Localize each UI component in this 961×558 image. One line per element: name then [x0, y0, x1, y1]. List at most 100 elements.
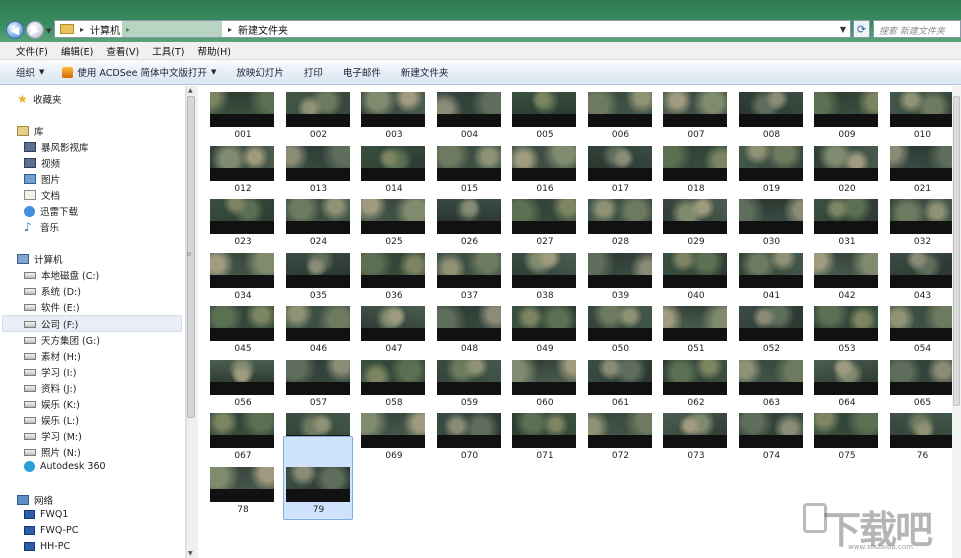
file-tile[interactable]: 054	[887, 302, 957, 364]
menu-tools[interactable]: 工具(T)	[152, 44, 184, 58]
back-button[interactable]: ◀	[6, 21, 24, 39]
nav-library-item[interactable]: 暴风影视库	[24, 140, 89, 154]
nav-favorites[interactable]: ★ 收藏夹	[17, 92, 62, 106]
nav-drive[interactable]: 素材 (H:)	[24, 349, 81, 363]
nav-drive[interactable]: 资料 (J:)	[24, 381, 76, 395]
file-tile[interactable]: 003	[358, 88, 428, 150]
recent-pages-dropdown-icon[interactable]: ▼	[46, 27, 51, 35]
file-tile[interactable]: 069	[358, 409, 428, 471]
scroll-up-icon[interactable]: ▲	[188, 87, 193, 94]
file-tile[interactable]: 048	[434, 302, 504, 364]
satellite-image	[210, 413, 274, 435]
nav-drive[interactable]: 本地磁盘 (C:)	[24, 268, 99, 282]
file-tile[interactable]: 053	[811, 302, 881, 364]
file-name: 029	[687, 237, 705, 247]
nav-drive[interactable]: 天方集团 (G:)	[24, 333, 100, 347]
nav-drive[interactable]: 照片 (N:)	[24, 445, 81, 459]
refresh-button[interactable]: ⟳	[853, 20, 870, 38]
file-tile[interactable]: 073	[660, 409, 730, 471]
nav-library-item[interactable]: 迅雷下载	[24, 204, 78, 218]
content-scrollbar[interactable]	[952, 86, 961, 558]
file-tile[interactable]: 045	[207, 302, 277, 364]
email-button[interactable]: 电子邮件	[343, 65, 381, 79]
open-with-acdsee-button[interactable]: 使用 ACDSee 简体中文版打开 ▼	[62, 65, 216, 79]
file-tile[interactable]: 051	[660, 302, 730, 364]
nav-drive[interactable]: 学习 (M:)	[24, 429, 82, 443]
nav-drive[interactable]: 娱乐 (L:)	[24, 413, 79, 427]
file-tile[interactable]: 046	[283, 302, 353, 364]
nav-library-item-label: 音乐	[40, 223, 60, 234]
address-dropdown-icon[interactable]: ▼	[840, 25, 846, 34]
file-tile[interactable]: 024	[283, 195, 353, 257]
file-tile[interactable]: 075	[811, 409, 881, 471]
breadcrumb-new-folder[interactable]: 新建文件夹	[238, 22, 288, 37]
nav-network[interactable]: 网络	[17, 493, 53, 507]
chevron-right-icon[interactable]: ▸	[228, 25, 232, 34]
file-tile[interactable]: 005	[509, 88, 579, 150]
nav-drive[interactable]: 娱乐 (K:)	[24, 397, 80, 411]
nav-drive[interactable]: 学习 (I:)	[24, 365, 76, 379]
nav-library-item[interactable]: 图片	[24, 172, 60, 186]
file-tile[interactable]: 002	[283, 88, 353, 150]
file-tile[interactable]: 004	[434, 88, 504, 150]
file-tile[interactable]: 050	[585, 302, 655, 364]
file-tile[interactable]: 027	[509, 195, 579, 257]
nav-drive-selected[interactable]: 公司 (F:)	[24, 317, 78, 331]
breadcrumb-computer[interactable]: 计算机	[90, 22, 120, 37]
forward-button[interactable]: ▶	[26, 21, 44, 39]
search-input[interactable]: 搜索 新建文件夹	[873, 20, 961, 38]
file-tile[interactable]: 007	[660, 88, 730, 150]
address-bar[interactable]: ▸ 计算机 ▸ ▸ 新建文件夹 ▼	[54, 20, 851, 38]
menu-file[interactable]: 文件(F)	[16, 44, 48, 58]
file-tile[interactable]: 029	[660, 195, 730, 257]
file-tile[interactable]: 025	[358, 195, 428, 257]
file-tile[interactable]: 76	[887, 409, 957, 471]
chevron-right-icon[interactable]: ▸	[80, 25, 84, 34]
nav-scrollbar[interactable]: ▲ ▼	[186, 86, 195, 558]
nav-library-item[interactable]: 视频	[24, 156, 60, 170]
nav-library-item[interactable]: ♪ 音乐	[24, 220, 59, 234]
file-tile[interactable]: 79	[282, 435, 353, 520]
file-tile[interactable]: 071	[509, 409, 579, 471]
file-tile[interactable]: 026	[434, 195, 504, 257]
file-tile[interactable]: 049	[509, 302, 579, 364]
nav-library-item[interactable]: 文档	[24, 188, 60, 202]
file-tile[interactable]: 001	[207, 88, 277, 150]
file-tile[interactable]: 074	[736, 409, 806, 471]
nav-network-item[interactable]: HH-PC	[24, 541, 70, 552]
file-tile[interactable]: 008	[736, 88, 806, 150]
file-tile[interactable]: 028	[585, 195, 655, 257]
nav-computer[interactable]: 计算机	[17, 252, 63, 266]
file-tile[interactable]: 070	[434, 409, 504, 471]
menu-view[interactable]: 查看(V)	[106, 44, 139, 58]
file-tile[interactable]: 006	[585, 88, 655, 150]
file-tile[interactable]: 067	[207, 409, 277, 471]
nav-drive[interactable]: 软件 (E:)	[24, 300, 80, 314]
menu-edit[interactable]: 编辑(E)	[61, 44, 93, 58]
file-name: 003	[385, 130, 403, 140]
file-tile[interactable]: 010	[887, 88, 957, 150]
nav-drive[interactable]: 系统 (D:)	[24, 284, 81, 298]
file-tile[interactable]: 047	[358, 302, 428, 364]
file-tile[interactable]: 032	[887, 195, 957, 257]
nav-network-item[interactable]: FWQ1	[24, 509, 68, 520]
slideshow-button[interactable]: 放映幻灯片	[236, 65, 284, 79]
file-tile[interactable]: 023	[207, 195, 277, 257]
file-tile[interactable]: 031	[811, 195, 881, 257]
file-tile[interactable]: 052	[736, 302, 806, 364]
organize-button[interactable]: 组织 ▼	[16, 65, 44, 79]
file-tile[interactable]: 072	[585, 409, 655, 471]
print-button[interactable]: 打印	[304, 65, 323, 79]
scroll-down-icon[interactable]: ▼	[188, 550, 193, 557]
file-grid: 001 002 003 004 005 006 007 008 009 010 012 013 014 0…	[198, 86, 954, 558]
nav-drive[interactable]: Autodesk 360	[24, 461, 106, 472]
file-tile[interactable]: 030	[736, 195, 806, 257]
nav-network-item[interactable]: FWQ-PC	[24, 525, 78, 536]
content-scrollbar-thumb[interactable]	[953, 96, 960, 406]
menu-help[interactable]: 帮助(H)	[197, 44, 231, 58]
nav-libraries[interactable]: 库	[17, 124, 44, 138]
splitter-grip-icon[interactable]: ≡	[186, 250, 192, 258]
file-tile[interactable]: 78	[207, 463, 277, 525]
file-tile[interactable]: 009	[811, 88, 881, 150]
new-folder-button[interactable]: 新建文件夹	[401, 65, 449, 79]
